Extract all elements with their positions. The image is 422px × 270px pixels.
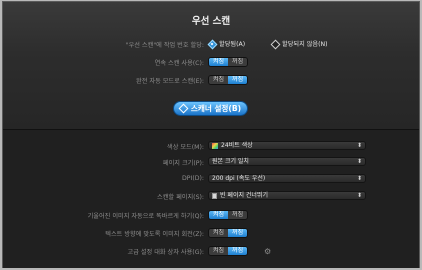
toggle-off[interactable]: 꺼짐 <box>228 229 248 237</box>
page-size-label: 페이지 크기(P): <box>162 160 204 167</box>
popup-arrows-icon: ⬍ <box>356 192 362 199</box>
color-swatch-icon <box>212 142 218 149</box>
job-separation-label: "우선 스캔"에 작업 번호 할당: <box>125 42 204 49</box>
toggle-on[interactable]: 켜짐 <box>209 247 229 255</box>
deskew-toggle[interactable]: 켜짐 꺼짐 <box>208 210 249 220</box>
radio-unselected-icon <box>271 40 279 48</box>
full-auto-label: 완전 자동 모드로 스캔(E): <box>136 78 204 85</box>
toggle-off[interactable]: 꺼짐 <box>228 58 248 66</box>
toggle-on[interactable]: 켜짐 <box>209 76 229 84</box>
color-mode-label: 색상 모드(M): <box>167 144 204 151</box>
popup-arrows-icon: ⬍ <box>356 142 362 149</box>
radio-selected-icon <box>208 40 216 48</box>
continuous-scan-label: 연속 스캔 사용(C): <box>154 60 204 67</box>
toggle-on[interactable]: 켜짐 <box>209 58 229 66</box>
gear-icon[interactable]: ⚙ <box>264 247 271 256</box>
toggle-off[interactable]: 꺼짐 <box>228 247 248 255</box>
text-rotate-toggle[interactable]: 켜짐 꺼짐 <box>208 228 249 238</box>
diamond-icon <box>178 103 189 114</box>
top-panel: 우선 스캔 "우선 스캔"에 작업 번호 할당: 할당됨(A) 할당되지 않음(… <box>3 2 419 129</box>
dpi-popup[interactable]: 200 dpi (속도 우선) ⬍ <box>208 174 366 183</box>
toggle-off[interactable]: 꺼짐 <box>228 76 248 84</box>
scan-pages-label: 스캔할 페이지(S): <box>157 194 204 201</box>
popup-arrows-icon: ⬍ <box>356 158 362 165</box>
continuous-scan-toggle[interactable]: 켜짐 꺼짐 <box>208 57 249 67</box>
toggle-off[interactable]: 꺼짐 <box>228 211 248 219</box>
bottom-panel: 색상 모드(M): 24비트 색상 ⬍ 페이지 크기(P): 원본 크기 일치 … <box>3 129 419 268</box>
page-size-popup[interactable]: 원본 크기 일치 ⬍ <box>208 157 366 166</box>
text-rotate-label: 텍스트 방향에 맞도록 이미지 회전(Z): <box>105 231 204 238</box>
scan-dialog: 우선 스캔 "우선 스캔"에 작업 번호 할당: 할당됨(A) 할당되지 않음(… <box>2 1 420 268</box>
full-auto-toggle[interactable]: 켜짐 꺼짐 <box>208 75 249 85</box>
scanner-settings-button[interactable]: 스캐너 설정(B) <box>173 101 248 116</box>
toggle-on[interactable]: 켜짐 <box>209 211 229 219</box>
advanced-dialog-label: 고급 설정 대화 상자 사용(G): <box>127 249 205 256</box>
scan-pages-popup[interactable]: 빈 페이지 건너뛰기 ⬍ <box>208 191 366 200</box>
radio-not-assigned[interactable]: 할당되지 않음(N) <box>271 39 328 48</box>
advanced-dialog-toggle[interactable]: 켜짐 꺼짐 <box>208 246 249 256</box>
page-icon <box>212 192 217 199</box>
deskew-label: 기울어진 이미지 자동으로 똑바르게 하기(Q): <box>87 213 204 220</box>
popup-arrows-icon: ⬍ <box>356 175 362 182</box>
dpi-label: DPI(D): <box>182 175 204 182</box>
dialog-title: 우선 스캔 <box>191 16 231 27</box>
radio-assigned[interactable]: 할당됨(A) <box>208 39 245 48</box>
toggle-on[interactable]: 켜짐 <box>209 229 229 237</box>
color-mode-popup[interactable]: 24비트 색상 ⬍ <box>208 141 366 150</box>
